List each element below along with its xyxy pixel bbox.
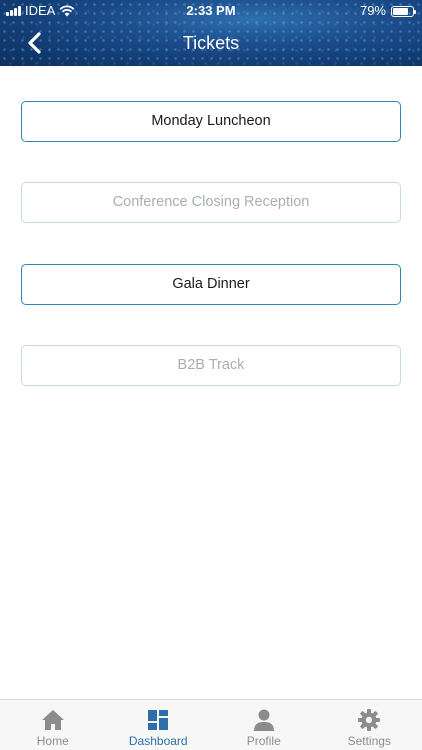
tab-bar: Home Dashboard Profile Settings [0, 699, 422, 750]
tab-profile[interactable]: Profile [211, 700, 317, 750]
ticket-button-conference-closing-reception: Conference Closing Reception [21, 182, 401, 223]
tab-settings-label: Settings [347, 734, 391, 748]
status-time: 2:33 PM [186, 3, 236, 18]
ticket-button-gala-dinner[interactable]: Gala Dinner [21, 264, 401, 305]
tab-dashboard-label: Dashboard [128, 734, 188, 748]
ticket-button-monday-luncheon[interactable]: Monday Luncheon [21, 101, 401, 142]
battery-icon [391, 5, 416, 17]
tab-home-label: Home [36, 734, 69, 748]
tab-profile-label: Profile [246, 734, 281, 748]
status-bar: IDEA 2:33 PM 79% [0, 0, 422, 22]
header-bar: IDEA 2:33 PM 79% Tickets [0, 0, 422, 66]
battery-percent: 79% [359, 3, 386, 18]
tab-dashboard[interactable]: Dashboard [106, 700, 212, 750]
tab-home[interactable]: Home [0, 700, 106, 750]
profile-icon [252, 708, 276, 732]
gear-icon [357, 708, 381, 732]
home-icon [41, 708, 65, 732]
battery-fill [393, 7, 408, 15]
dashboard-icon [146, 708, 170, 732]
status-right: 79% [359, 0, 416, 22]
tab-settings[interactable]: Settings [317, 700, 422, 750]
page-title: Tickets [182, 33, 240, 53]
ticket-button-b2b-track: B2B Track [21, 345, 401, 386]
